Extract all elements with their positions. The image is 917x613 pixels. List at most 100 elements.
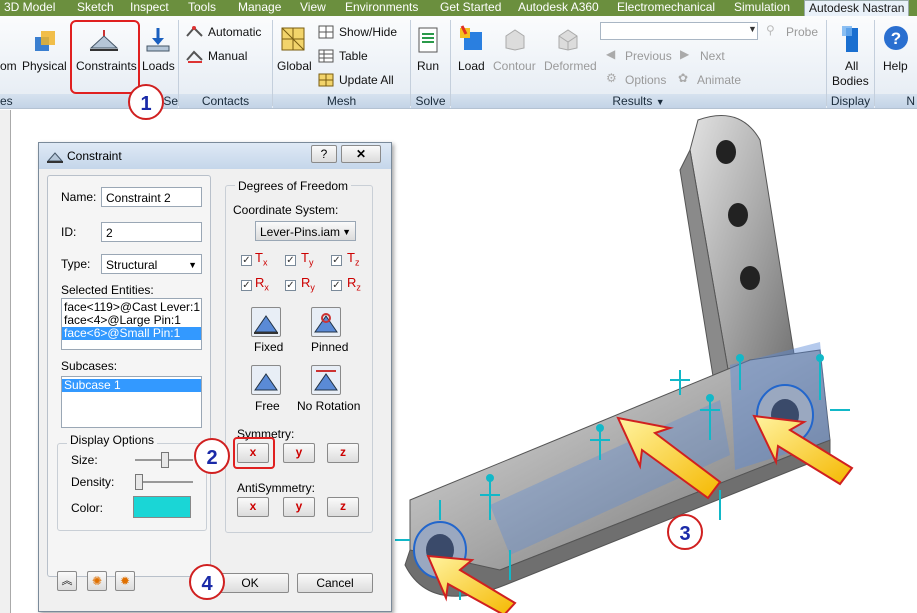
cancel-button[interactable]: Cancel xyxy=(297,573,373,593)
type-select[interactable]: Structural ▼ xyxy=(101,254,202,274)
model-browser-pane[interactable] xyxy=(0,110,11,613)
all-bodies-label-2[interactable]: Bodies xyxy=(832,74,869,88)
table-button[interactable]: Table xyxy=(339,49,368,63)
tab-3d-model[interactable]: 3D Model xyxy=(4,0,55,16)
load-button[interactable]: Load xyxy=(458,59,485,73)
double-chevron-up-icon: ︽ xyxy=(61,575,73,587)
subcases-list[interactable]: Subcase 1 xyxy=(61,376,202,428)
id-label: ID: xyxy=(61,225,77,239)
help-icon: ? xyxy=(884,26,908,50)
list-item[interactable]: face<6>@Small Pin:1 xyxy=(62,327,201,340)
cast-lever-part[interactable] xyxy=(404,115,831,597)
tz-checkbox[interactable]: ✓ xyxy=(331,255,342,266)
results-dropdown[interactable] xyxy=(600,22,758,40)
collapse-button[interactable]: ︽ xyxy=(57,571,77,591)
coord-system-select[interactable]: Lever-Pins.iam ▼ xyxy=(255,221,356,241)
density-slider[interactable] xyxy=(135,481,193,483)
tab-sketch[interactable]: Sketch xyxy=(77,0,114,16)
update-all-icon xyxy=(318,73,334,87)
selected-entities-list[interactable]: face<119>@Cast Lever:1 face<4>@Large Pin… xyxy=(61,298,202,350)
help-button[interactable]: Help xyxy=(883,59,908,73)
antisymmetry-y-button[interactable]: y xyxy=(283,497,315,517)
density-slider-handle[interactable] xyxy=(135,474,143,490)
fixed-button[interactable] xyxy=(251,307,281,337)
tab-manage[interactable]: Manage xyxy=(238,0,281,16)
lever-hole xyxy=(716,140,736,164)
show-hide-button[interactable]: Show/Hide xyxy=(339,25,397,39)
dialog-title: Constraint xyxy=(67,149,122,163)
dialog-titlebar[interactable]: Constraint ? ✕ xyxy=(39,143,391,169)
tab-tools[interactable]: Tools xyxy=(188,0,216,16)
dialog-help-button[interactable]: ? xyxy=(311,145,337,163)
fixed-label: Fixed xyxy=(254,340,284,354)
deformed-icon xyxy=(558,29,578,51)
tab-electromechanical[interactable]: Electromechanical xyxy=(617,0,715,16)
global-button[interactable]: Global xyxy=(277,59,312,73)
tx-checkbox[interactable]: ✓ xyxy=(241,255,252,266)
color-label: Color: xyxy=(71,501,104,515)
options-button[interactable]: Options xyxy=(625,73,666,87)
probe-button[interactable]: Probe xyxy=(786,25,818,39)
tab-environments[interactable]: Environments xyxy=(345,0,418,16)
type-label: Type: xyxy=(61,257,91,271)
contour-icon xyxy=(505,29,525,51)
manual-button[interactable]: Manual xyxy=(208,49,247,63)
antisymmetry-x-button[interactable]: x xyxy=(237,497,269,517)
tab-view[interactable]: View xyxy=(300,0,326,16)
name-field[interactable]: Constraint 2 xyxy=(101,187,202,207)
callout-1: 1 xyxy=(128,84,164,120)
deformed-button[interactable]: Deformed xyxy=(544,59,597,73)
ribbon-tab-bar: 3D Model Sketch Inspect Tools Manage Vie… xyxy=(0,0,917,18)
physical-icon xyxy=(35,31,55,51)
all-bodies-label-1[interactable]: All xyxy=(845,59,858,73)
tab-autodesk-a360[interactable]: Autodesk A360 xyxy=(518,0,599,16)
selected-entities-label: Selected Entities: xyxy=(61,283,154,297)
settings-alt-button[interactable]: ✹ xyxy=(115,571,135,591)
list-item[interactable]: Subcase 1 xyxy=(62,379,201,392)
contour-button[interactable]: Contour xyxy=(493,59,536,73)
results-expand-icon[interactable]: ▼ xyxy=(656,97,665,107)
size-label: Size: xyxy=(71,453,98,467)
ty-checkbox[interactable]: ✓ xyxy=(285,255,296,266)
group-label-contacts: Contacts xyxy=(179,94,272,108)
tab-simulation[interactable]: Simulation xyxy=(734,0,790,16)
automatic-button[interactable]: Automatic xyxy=(208,25,261,39)
ribbon-om-label: om xyxy=(0,59,17,73)
loads-icon xyxy=(146,28,170,52)
constraint-dialog-icon xyxy=(47,152,63,163)
update-all-button[interactable]: Update All xyxy=(339,73,394,87)
lever-hole xyxy=(740,266,760,290)
antisymmetry-z-button[interactable]: z xyxy=(327,497,359,517)
symmetry-z-button[interactable]: z xyxy=(327,443,359,463)
pinned-icon xyxy=(314,313,338,333)
ry-checkbox[interactable]: ✓ xyxy=(285,280,296,291)
settings-button[interactable]: ✺ xyxy=(87,571,107,591)
tx-label: Tx xyxy=(255,250,268,268)
pinned-button[interactable] xyxy=(311,307,341,337)
all-bodies-icon xyxy=(842,26,858,52)
symmetry-y-button[interactable]: y xyxy=(283,443,315,463)
constraint-dialog: Constraint ? ✕ Name: Constraint 2 ID: 2 … xyxy=(38,142,392,612)
animate-button[interactable]: Animate xyxy=(697,73,741,87)
load-results-icon xyxy=(460,25,482,50)
loads-button[interactable]: Loads xyxy=(142,59,175,73)
rz-checkbox[interactable]: ✓ xyxy=(331,280,342,291)
size-slider-handle[interactable] xyxy=(161,452,169,468)
rx-checkbox[interactable]: ✓ xyxy=(241,280,252,291)
color-swatch[interactable] xyxy=(133,496,191,518)
no-rotation-button[interactable] xyxy=(311,365,341,395)
rx-label: Rx xyxy=(255,275,269,293)
free-button[interactable] xyxy=(251,365,281,395)
chevron-down-icon: ▼ xyxy=(342,227,351,237)
next-button[interactable]: Next xyxy=(700,49,725,63)
run-button[interactable]: Run xyxy=(417,59,439,73)
dialog-close-button[interactable]: ✕ xyxy=(341,145,381,163)
graphics-viewport[interactable] xyxy=(390,110,917,613)
physical-button[interactable]: Physical xyxy=(22,59,67,73)
id-field[interactable]: 2 xyxy=(101,222,202,242)
next-icon: ▶ xyxy=(680,47,690,61)
tab-inspect[interactable]: Inspect xyxy=(130,0,169,16)
tab-get-started[interactable]: Get Started xyxy=(440,0,501,16)
previous-button[interactable]: Previous xyxy=(625,49,672,63)
free-icon xyxy=(254,373,278,391)
